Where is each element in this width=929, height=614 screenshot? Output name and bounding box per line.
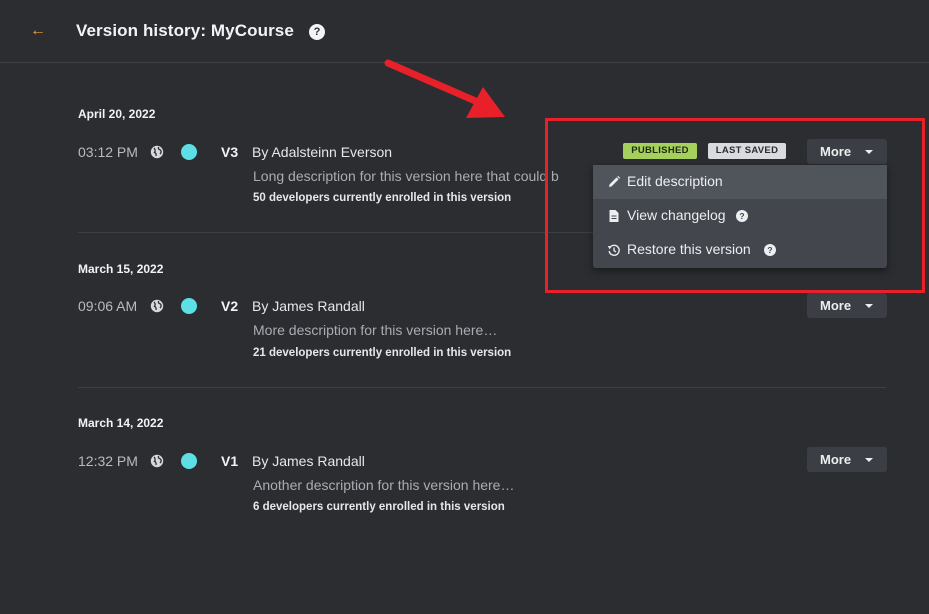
more-button-label: More bbox=[820, 298, 852, 313]
menu-item-edit-description[interactable]: Edit description bbox=[593, 165, 887, 199]
status-dot bbox=[181, 453, 197, 469]
version-author: By Adalsteinn Everson bbox=[252, 144, 393, 160]
more-button-label: More bbox=[820, 144, 852, 159]
version-history-page: ← Version history: MyCourse ? April 20, … bbox=[0, 0, 929, 614]
pencil-icon bbox=[609, 175, 621, 187]
version-description: Another description for this version her… bbox=[253, 477, 515, 493]
version-description: More description for this version here… bbox=[253, 322, 498, 338]
date-heading: March 15, 2022 bbox=[78, 262, 164, 276]
more-button[interactable]: More bbox=[807, 293, 887, 318]
version-label: V3 bbox=[221, 144, 239, 160]
caret-down-icon bbox=[865, 150, 873, 154]
more-button[interactable]: More bbox=[807, 447, 887, 472]
more-button-label: More bbox=[820, 452, 852, 467]
page-header: ← Version history: MyCourse ? bbox=[0, 0, 929, 63]
date-heading: April 20, 2022 bbox=[78, 107, 156, 121]
help-icon[interactable]: ? bbox=[309, 24, 325, 40]
more-button[interactable]: More bbox=[807, 139, 887, 164]
version-author: By James Randall bbox=[252, 298, 365, 314]
enrolled-count: 50 developers currently enrolled in this… bbox=[253, 192, 512, 204]
globe-icon bbox=[150, 454, 164, 468]
version-time: 12:32 PM bbox=[78, 453, 138, 469]
caret-down-icon bbox=[865, 304, 873, 308]
caret-down-icon bbox=[865, 458, 873, 462]
version-label: V2 bbox=[221, 298, 239, 314]
globe-icon bbox=[150, 145, 164, 159]
last-saved-badge: LAST SAVED bbox=[708, 143, 786, 159]
annotation-arrow-icon bbox=[384, 59, 505, 118]
arrow-left-icon[interactable]: ← bbox=[29, 22, 47, 40]
menu-item-view-changelog[interactable]: View changelog ? bbox=[593, 199, 887, 233]
status-dot bbox=[181, 298, 197, 314]
help-icon[interactable]: ? bbox=[764, 244, 776, 256]
version-time: 03:12 PM bbox=[78, 144, 138, 160]
divider bbox=[78, 387, 886, 388]
help-icon[interactable]: ? bbox=[736, 210, 748, 222]
page-title: Version history: MyCourse bbox=[76, 21, 294, 40]
version-label: V1 bbox=[221, 453, 239, 469]
version-author: By James Randall bbox=[252, 453, 365, 469]
document-icon bbox=[609, 210, 619, 222]
enrolled-count: 6 developers currently enrolled in this … bbox=[253, 501, 505, 513]
history-icon bbox=[607, 244, 620, 256]
published-badge: PUBLISHED bbox=[623, 143, 697, 159]
more-dropdown-menu: Edit description View changelog ? Restor… bbox=[593, 165, 887, 268]
version-description: Long description for this version here t… bbox=[253, 168, 559, 184]
menu-item-label: Edit description bbox=[627, 173, 723, 189]
status-dot bbox=[181, 144, 197, 160]
enrolled-count: 21 developers currently enrolled in this… bbox=[253, 347, 512, 359]
date-heading: March 14, 2022 bbox=[78, 416, 164, 430]
menu-item-label: View changelog bbox=[627, 207, 726, 223]
menu-item-restore-version[interactable]: Restore this version ? bbox=[593, 233, 887, 267]
version-time: 09:06 AM bbox=[78, 298, 138, 314]
globe-icon bbox=[150, 299, 164, 313]
menu-item-label: Restore this version bbox=[627, 241, 751, 257]
